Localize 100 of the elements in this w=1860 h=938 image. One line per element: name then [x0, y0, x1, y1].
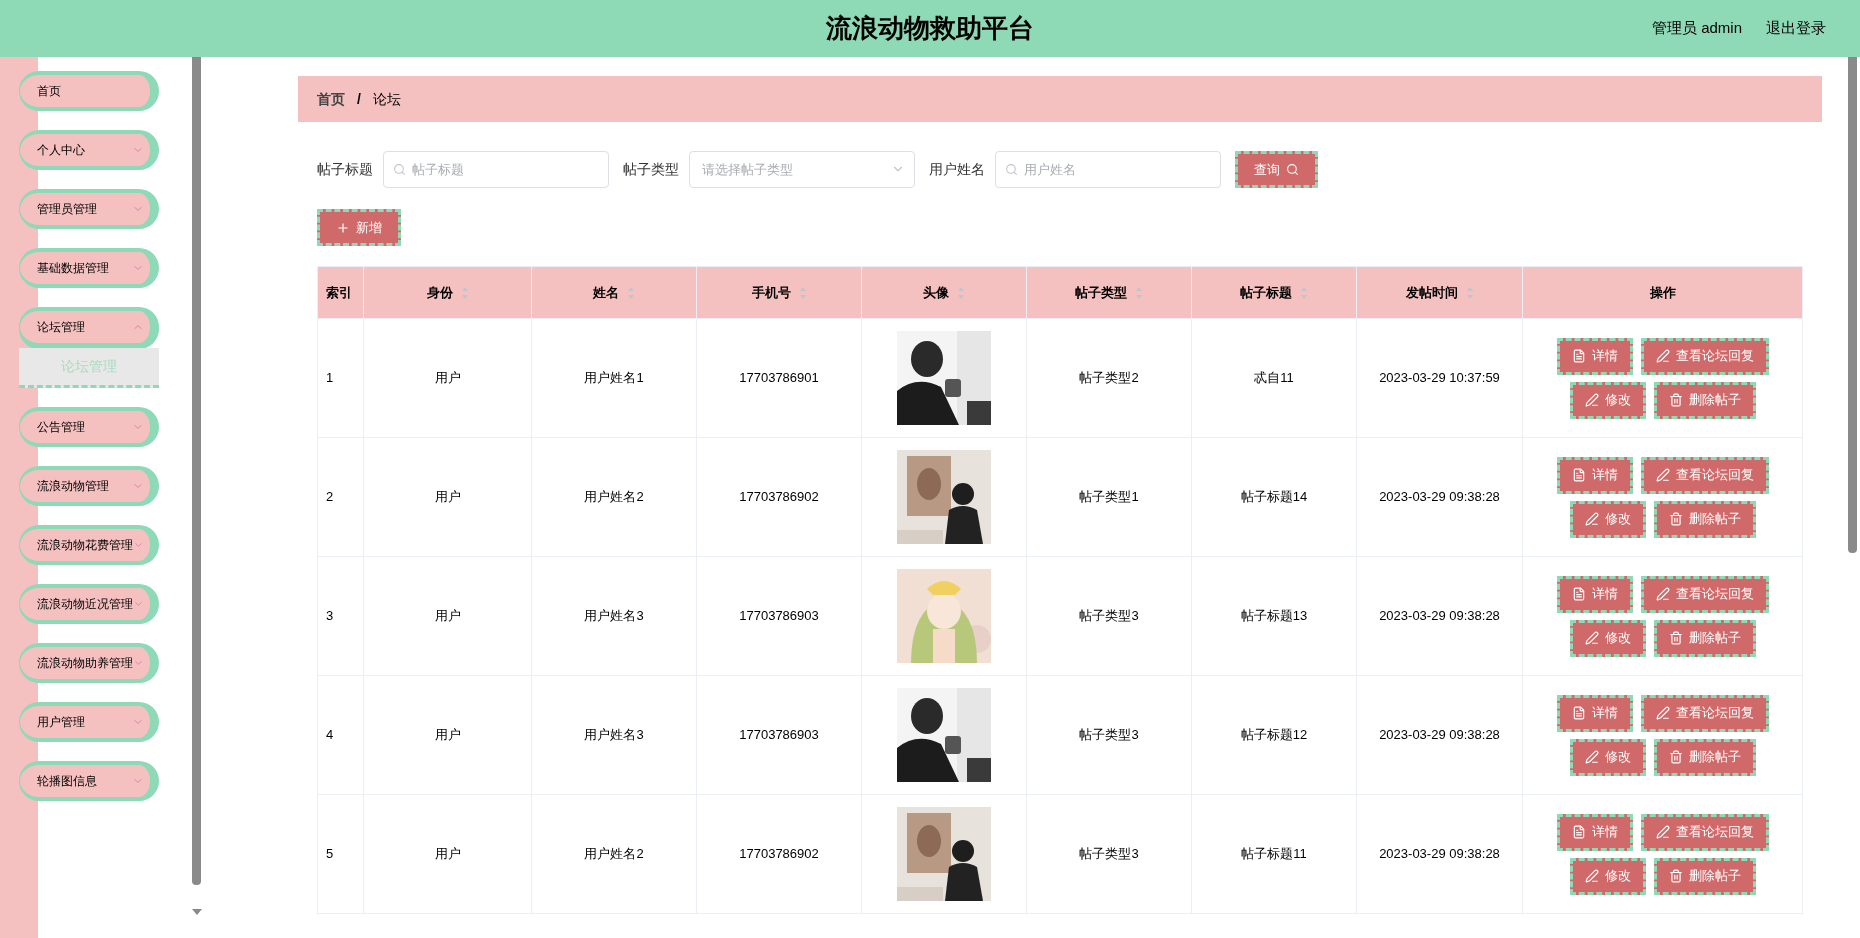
delete-button[interactable]: 删除帖子: [1653, 500, 1756, 538]
detail-button[interactable]: 详情: [1556, 575, 1633, 613]
column-header: 索引: [317, 266, 364, 319]
trash-icon: [1668, 393, 1683, 407]
table-cell: 5: [317, 794, 364, 914]
search-field[interactable]: 帖子标题: [383, 151, 609, 188]
table-cell: 用户姓名2: [531, 437, 697, 557]
table-cell: 忒自11: [1191, 318, 1357, 438]
field-label: 用户姓名: [929, 160, 985, 179]
edit-button[interactable]: 修改: [1569, 738, 1646, 776]
reply-button[interactable]: 查看论坛回复: [1640, 456, 1769, 494]
type-select[interactable]: 请选择帖子类型: [689, 151, 915, 188]
search-icon: [1286, 163, 1299, 176]
scroll-down-icon[interactable]: [191, 909, 202, 917]
trash-icon: [1668, 631, 1683, 645]
sort-icon[interactable]: [460, 285, 469, 300]
reply-button[interactable]: 查看论坛回复: [1640, 575, 1769, 613]
table-cell: 2023-03-29 09:38:28: [1356, 794, 1523, 914]
menu-item[interactable]: 基础数据管理: [19, 248, 159, 288]
column-header[interactable]: 手机号: [696, 266, 862, 319]
pencil-icon: [1655, 587, 1670, 601]
menu-item[interactable]: 流浪动物管理: [19, 466, 159, 506]
delete-button[interactable]: 删除帖子: [1653, 619, 1756, 657]
menu-item[interactable]: 流浪动物近况管理: [19, 584, 159, 624]
detail-button[interactable]: 详情: [1556, 813, 1633, 851]
search-field[interactable]: 用户姓名: [995, 151, 1221, 188]
column-header[interactable]: 头像: [861, 266, 1027, 319]
column-header[interactable]: 发帖时间: [1356, 266, 1523, 319]
pencil-icon: [1584, 750, 1599, 764]
delete-button[interactable]: 删除帖子: [1653, 857, 1756, 895]
document-icon: [1571, 825, 1586, 839]
table-cell: 17703786902: [696, 794, 862, 914]
reply-button[interactable]: 查看论坛回复: [1640, 813, 1769, 851]
sort-icon[interactable]: [1465, 285, 1474, 300]
column-header[interactable]: 帖子类型: [1026, 266, 1192, 319]
delete-button[interactable]: 删除帖子: [1653, 738, 1756, 776]
menu-item[interactable]: 流浪动物花费管理: [19, 525, 159, 565]
document-icon: [1571, 706, 1586, 720]
pencil-icon: [1655, 468, 1670, 482]
table-cell: 帖子类型2: [1026, 318, 1192, 438]
table-cell: 用户: [363, 794, 532, 914]
table-cell: 2023-03-29 09:38:28: [1356, 437, 1523, 557]
sort-icon[interactable]: [1135, 285, 1143, 300]
table-cell: 17703786903: [696, 556, 862, 676]
sort-icon[interactable]: [627, 285, 635, 300]
column-header: 操作: [1522, 266, 1803, 319]
table-cell: 帖子标题13: [1191, 556, 1357, 676]
table-cell: 用户: [363, 437, 532, 557]
search-icon: [393, 163, 406, 176]
table-cell: 帖子标题11: [1191, 794, 1357, 914]
table-cell: 帖子类型3: [1026, 794, 1192, 914]
column-header[interactable]: 帖子标题: [1191, 266, 1357, 319]
menu-item[interactable]: 流浪动物助养管理: [19, 643, 159, 683]
detail-button[interactable]: 详情: [1556, 694, 1633, 732]
table-cell: 用户: [363, 318, 532, 438]
plus-icon: [336, 220, 350, 235]
edit-button[interactable]: 修改: [1569, 500, 1646, 538]
menu-item[interactable]: 首页: [19, 71, 159, 111]
pencil-icon: [1655, 349, 1670, 363]
reply-button[interactable]: 查看论坛回复: [1640, 694, 1769, 732]
column-header[interactable]: 姓名: [531, 266, 697, 319]
sort-icon[interactable]: [798, 285, 807, 300]
menu-item[interactable]: 管理员管理: [19, 189, 159, 229]
menu-item[interactable]: 个人中心: [19, 130, 159, 170]
table-cell: 3: [317, 556, 364, 676]
table-cell: 17703786901: [696, 318, 862, 438]
breadcrumb-link[interactable]: 首页: [317, 88, 345, 110]
menu-item[interactable]: 用户管理: [19, 702, 159, 742]
menu-item[interactable]: 轮播图信息: [19, 761, 159, 801]
table-cell: 2023-03-29 10:37:59: [1356, 318, 1523, 438]
table-cell: 帖子标题12: [1191, 675, 1357, 795]
sort-icon[interactable]: [1300, 285, 1308, 300]
detail-button[interactable]: 详情: [1556, 337, 1633, 375]
reply-button[interactable]: 查看论坛回复: [1640, 337, 1769, 375]
logout-link[interactable]: 退出登录: [1766, 17, 1826, 40]
table-cell: 用户: [363, 556, 532, 676]
menu-item[interactable]: 公告管理: [19, 407, 159, 447]
edit-button[interactable]: 修改: [1569, 857, 1646, 895]
detail-button[interactable]: 详情: [1556, 456, 1633, 494]
column-header[interactable]: 身份: [363, 266, 532, 319]
breadcrumb-link[interactable]: 论坛: [372, 88, 401, 110]
edit-button[interactable]: 修改: [1569, 619, 1646, 657]
table-cell: 2023-03-29 09:38:28: [1356, 556, 1523, 676]
table-cell: 帖子标题14: [1191, 437, 1357, 557]
table-cell: 用户姓名1: [531, 318, 697, 438]
pencil-icon: [1655, 706, 1670, 720]
field-label: 帖子标题: [317, 160, 373, 179]
search-icon: [1005, 163, 1018, 176]
sort-icon[interactable]: [957, 285, 965, 300]
table-cell: 帖子类型3: [1026, 675, 1192, 795]
add-button[interactable]: 新增: [317, 209, 401, 246]
trash-icon: [1668, 869, 1683, 883]
table-cell: 4: [317, 675, 364, 795]
menu-item[interactable]: 论坛管理: [19, 307, 159, 347]
delete-button[interactable]: 删除帖子: [1653, 381, 1756, 419]
query-button[interactable]: 查询: [1235, 151, 1318, 188]
field-label: 帖子类型: [623, 160, 679, 179]
table-cell: 帖子类型1: [1026, 437, 1192, 557]
breadcrumb-separator: /: [357, 89, 361, 109]
edit-button[interactable]: 修改: [1569, 381, 1646, 419]
